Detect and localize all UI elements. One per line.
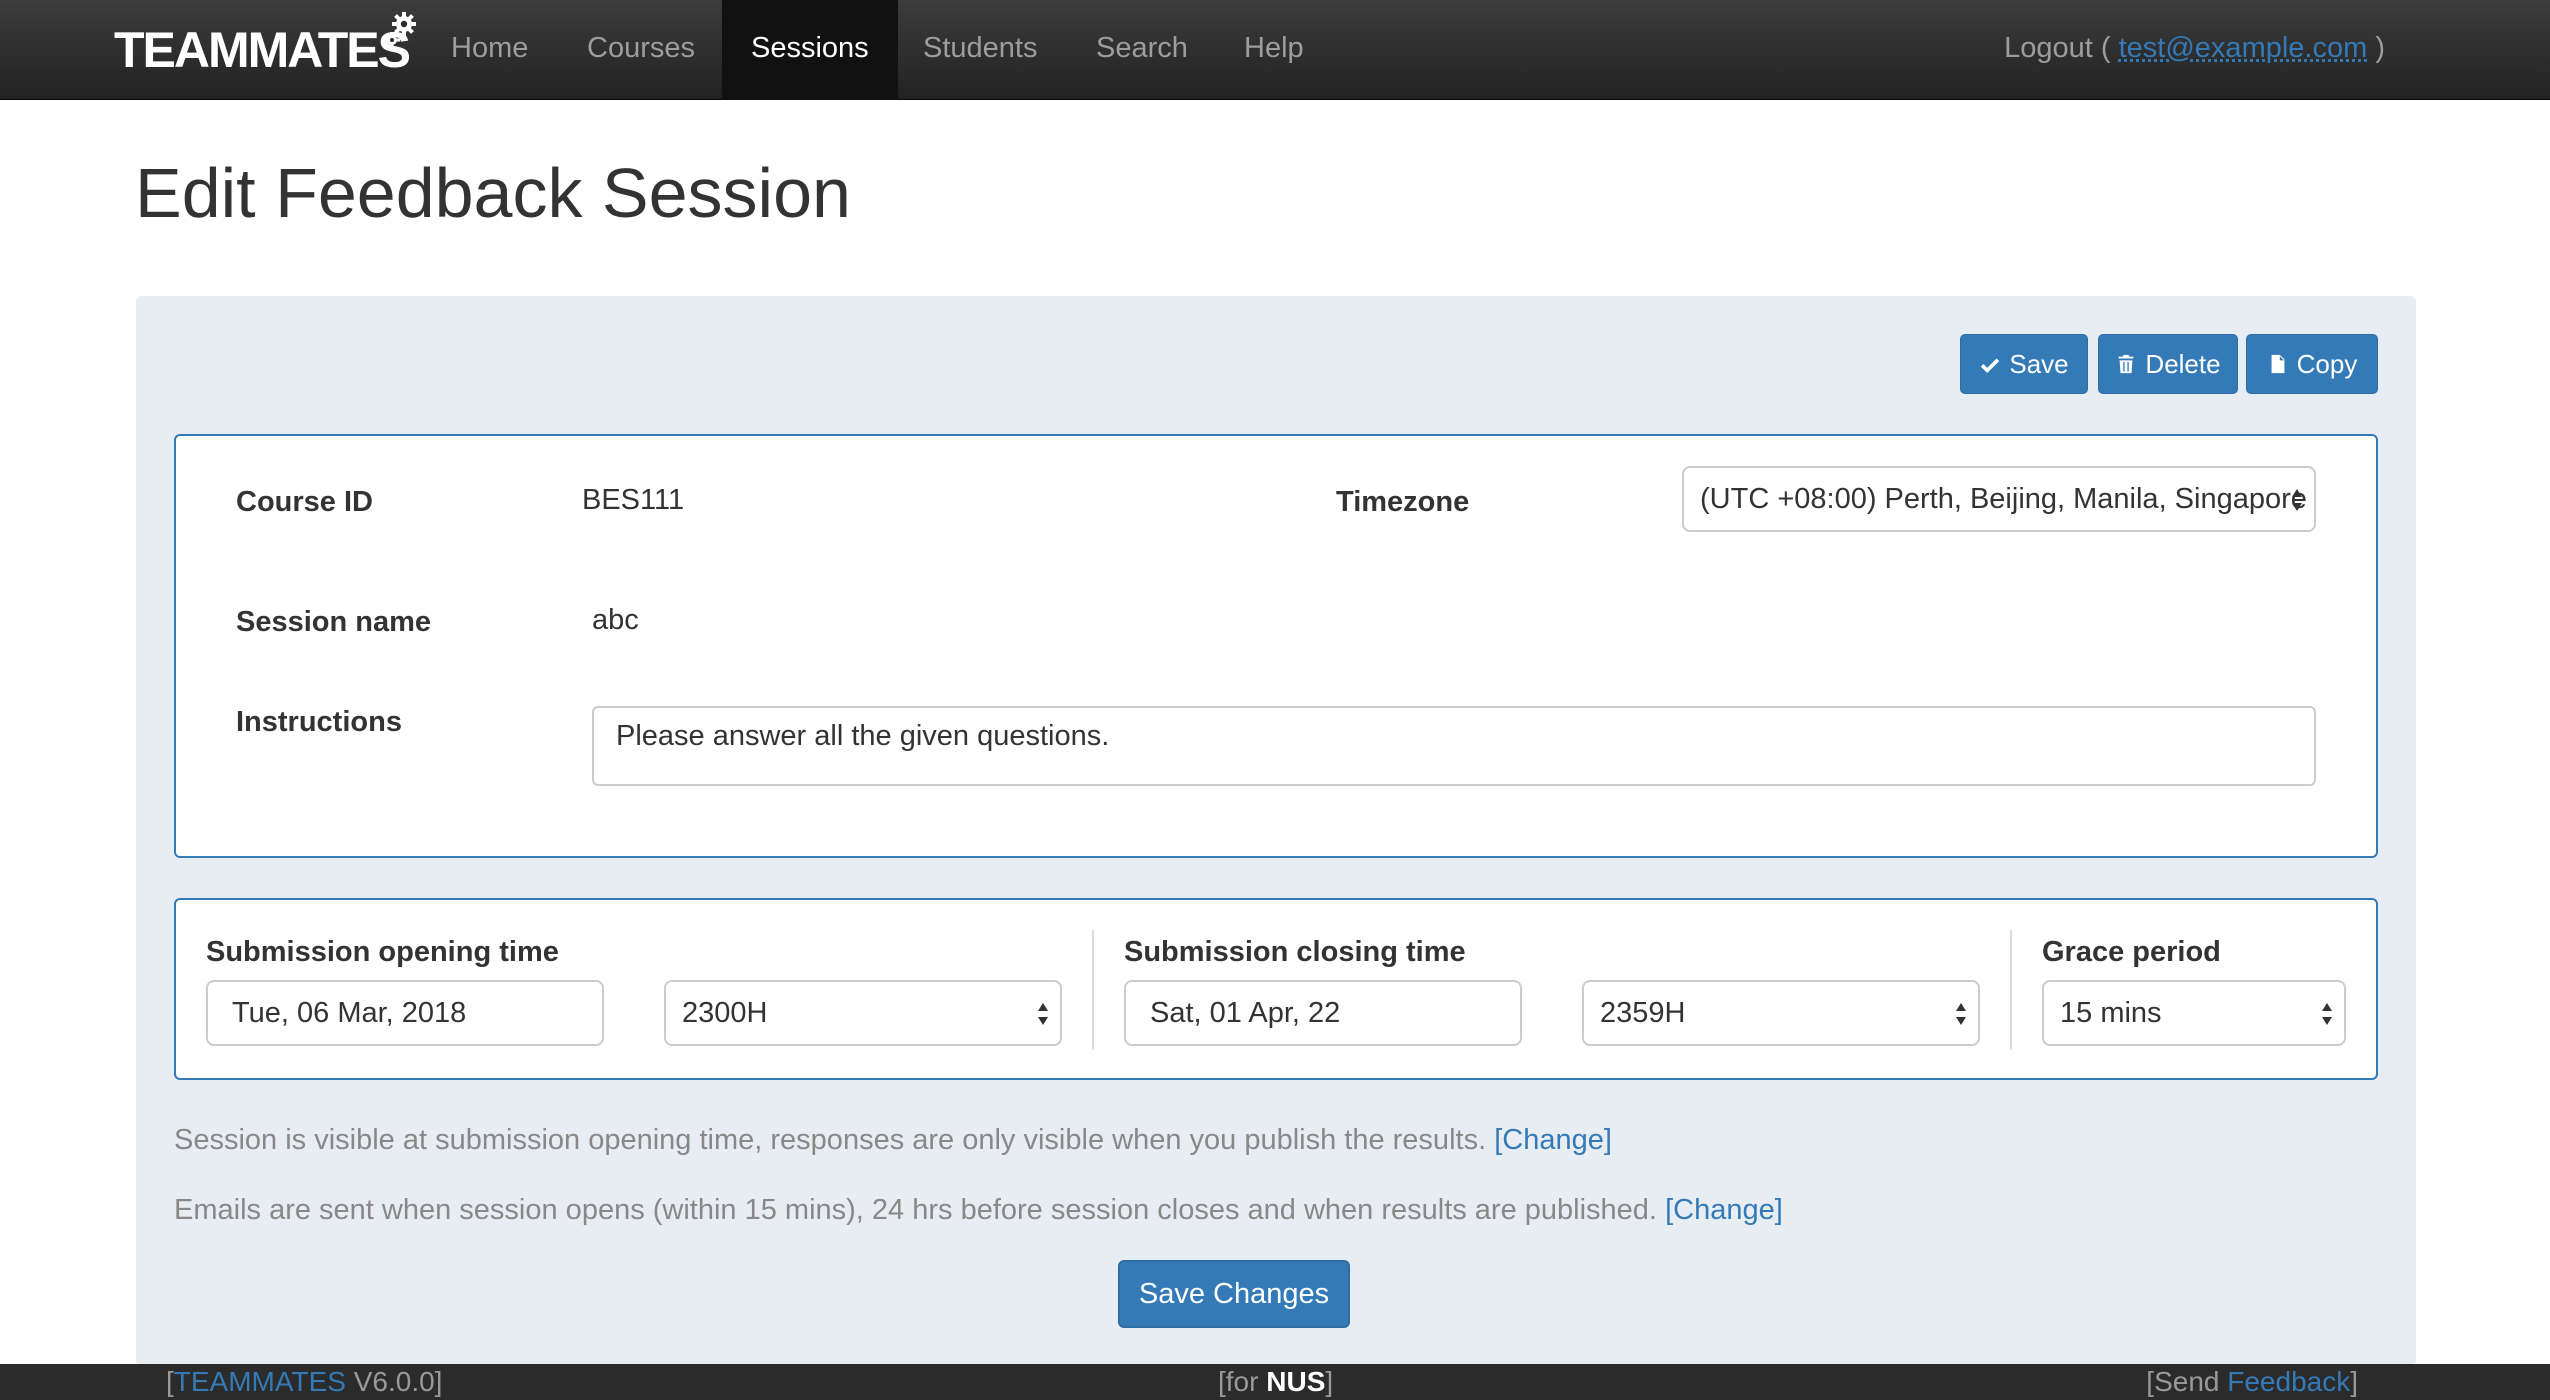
select-arrows-icon [2292, 489, 2302, 511]
closing-time-select[interactable]: 2359H [1582, 980, 1980, 1046]
save-button[interactable]: Save [1960, 334, 2088, 394]
trash-icon [2119, 354, 2134, 374]
save-button-label: Save [2009, 348, 2069, 379]
grace-period-selected: 15 mins [2060, 997, 2162, 1029]
grace-period-select[interactable]: 15 mins [2042, 980, 2346, 1046]
instructions-textarea[interactable]: Please answer all the given questions. [592, 706, 2316, 786]
page-footer: [TEAMMATES V6.0.0] [for NUS] [Send Feedb… [0, 1364, 2550, 1400]
opening-date-input[interactable]: Tue, 06 Mar, 2018 [206, 980, 604, 1046]
visibility-info: Session is visible at submission opening… [174, 1124, 1612, 1157]
top-navbar: TEAMMATES Home Courses Sessions Students… [0, 0, 2550, 100]
file-icon [2271, 354, 2285, 374]
nav-home[interactable]: Home [422, 0, 557, 100]
change-emails-link[interactable]: [Change] [1665, 1194, 1783, 1226]
closing-time-selected: 2359H [1600, 997, 1686, 1029]
closing-date-input[interactable]: Sat, 01 Apr, 22 [1124, 980, 1522, 1046]
footer-feedback: [Send Feedback] [2146, 1364, 2358, 1400]
timezone-selected: (UTC +08:00) Perth, Beijing, Manila, Sin… [1700, 483, 2307, 515]
send-feedback-link[interactable]: Feedback [2227, 1366, 2350, 1397]
opening-time-selected: 2300H [682, 997, 768, 1029]
footer-institution: [for NUS] [1218, 1364, 1333, 1400]
brand-logo[interactable]: TEAMMATES [114, 12, 416, 78]
timezone-label: Timezone [1336, 486, 1470, 518]
visibility-info-text: Session is visible at submission opening… [174, 1124, 1487, 1156]
instructions-label: Instructions [236, 706, 402, 738]
footer-send-text: [Send [2146, 1366, 2220, 1397]
opening-time-select[interactable]: 2300H [664, 980, 1062, 1046]
logout-suffix: ) [2375, 32, 2385, 64]
select-arrows-icon [1956, 1003, 1966, 1025]
delete-button-label: Delete [2145, 348, 2221, 379]
page-title: Edit Feedback Session [135, 154, 851, 232]
timezone-select[interactable]: (UTC +08:00) Perth, Beijing, Manila, Sin… [1682, 466, 2316, 532]
save-changes-button[interactable]: Save Changes [1118, 1260, 1350, 1328]
footer-for-text: [for [1218, 1366, 1259, 1397]
copy-button-label: Copy [2296, 348, 2358, 379]
teammates-link[interactable]: TEAMMATES [174, 1366, 346, 1397]
footer-version-text: V6.0.0] [353, 1366, 443, 1397]
nav-students[interactable]: Students [894, 0, 1066, 100]
session-name-value: abc [592, 604, 639, 636]
email-info: Emails are sent when session opens (with… [174, 1194, 1783, 1227]
select-arrows-icon [1038, 1003, 1048, 1025]
nav-sessions[interactable]: Sessions [722, 0, 898, 100]
footer-bracket-close: ] [1325, 1366, 1334, 1397]
nav-courses[interactable]: Courses [558, 0, 724, 100]
opening-time-label: Submission opening time [206, 936, 559, 968]
institution-name: NUS [1266, 1366, 1326, 1397]
select-arrows-icon [2322, 1003, 2332, 1025]
copy-button[interactable]: Copy [2246, 334, 2378, 394]
email-info-text: Emails are sent when session opens (with… [174, 1194, 1657, 1226]
logout-link[interactable]: Logout ( [2004, 32, 2110, 64]
brand-name: TEAMMATES [114, 22, 411, 78]
change-visibility-link[interactable]: [Change] [1494, 1124, 1612, 1156]
user-email-link[interactable]: test@example.com [2119, 32, 2368, 64]
grace-period-label: Grace period [2042, 936, 2221, 968]
timing-divider [2010, 930, 2012, 1050]
check-icon [1981, 358, 2000, 373]
delete-button[interactable]: Delete [2098, 334, 2238, 394]
logout-area: Logout ( test@example.com ) [2004, 0, 2385, 100]
gears-icon [384, 12, 416, 48]
timing-divider [1092, 930, 1094, 1050]
footer-version: [TEAMMATES V6.0.0] [166, 1364, 442, 1400]
nav-help[interactable]: Help [1215, 0, 1333, 100]
course-id-label: Course ID [236, 486, 373, 518]
footer-bracket-open: [ [166, 1366, 174, 1397]
course-id-value: BES111 [582, 484, 685, 516]
session-name-label: Session name [236, 606, 432, 638]
closing-time-label: Submission closing time [1124, 936, 1466, 968]
nav-search[interactable]: Search [1067, 0, 1217, 100]
footer-feedback-close: ] [2350, 1366, 2358, 1397]
